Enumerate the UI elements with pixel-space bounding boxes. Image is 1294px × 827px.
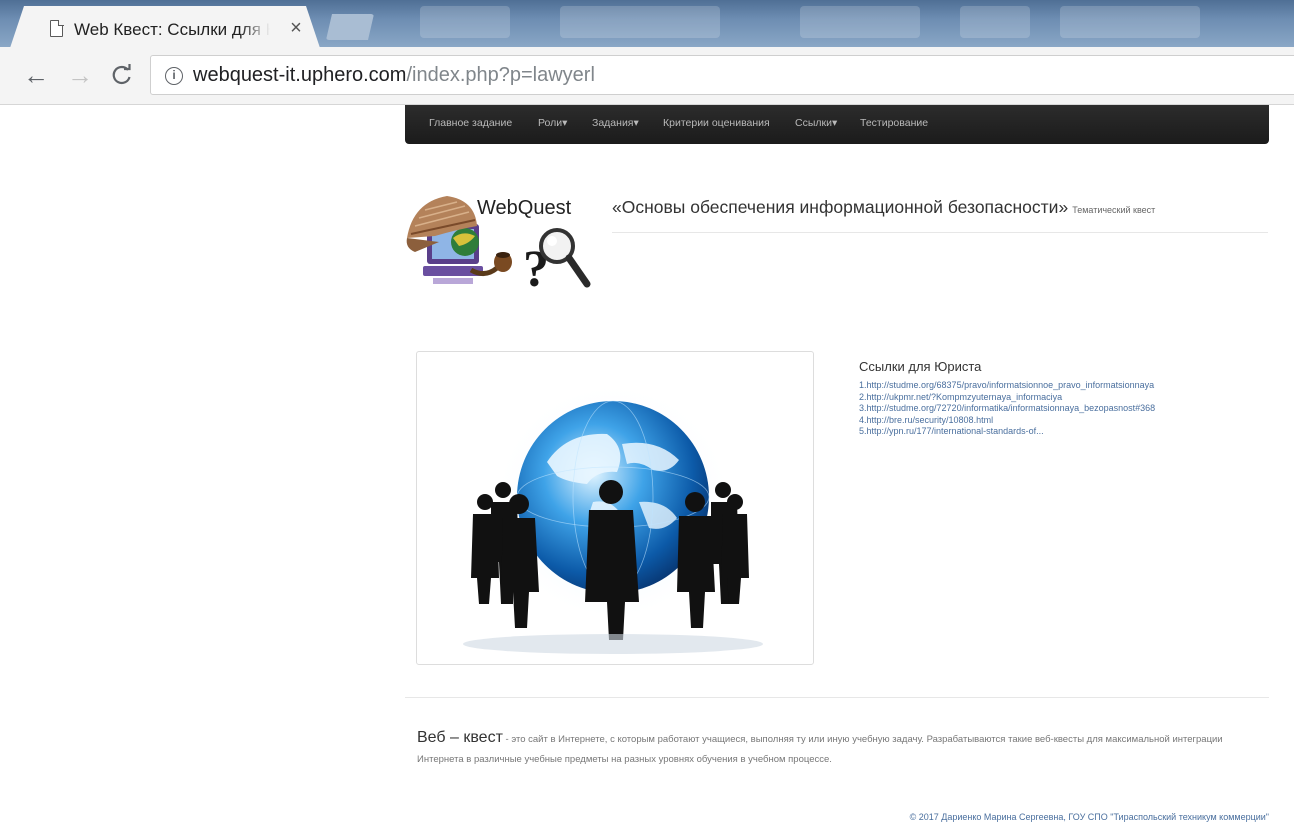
active-tab[interactable]: Web Квест: Ссылки для Юриста ×	[10, 6, 320, 47]
reference-link[interactable]: 4.http://bre.ru/security/10808.html	[859, 415, 1155, 427]
browser-tab-strip: Web Квест: Ссылки для Юриста ×	[0, 0, 1294, 47]
header-divider	[612, 232, 1268, 233]
links-list: 1.http://studme.org/68375/pravo/informat…	[859, 380, 1155, 438]
address-bar[interactable]: i webquest-it.uphero.com/index.php?p=law…	[150, 55, 1294, 95]
reference-link[interactable]: 2.http://ukpmr.net/?Kompmzyuternaya_info…	[859, 392, 1155, 404]
page-icon	[50, 19, 64, 37]
page-title: «Основы обеспечения информационной безоп…	[612, 197, 1155, 218]
globe-people-illustration	[463, 382, 763, 654]
page-title-text: «Основы обеспечения информационной безоп…	[612, 197, 1069, 217]
blurred-tab	[960, 6, 1030, 38]
nav-criteria[interactable]: Критерии оценивания	[663, 117, 770, 129]
nav-testing[interactable]: Тестирование	[860, 117, 928, 129]
definition-term: Веб – квест	[417, 729, 503, 746]
url-path: /index.php?p=lawyerl	[406, 64, 595, 86]
info-icon[interactable]: i	[165, 67, 183, 85]
content-divider	[405, 697, 1269, 698]
url-host: webquest-it.uphero.com	[193, 64, 407, 86]
new-tab-button[interactable]	[326, 14, 374, 40]
webquest-definition: Веб – квест - это сайт в Интернете, с ко…	[417, 728, 1267, 770]
reference-link[interactable]: 3.http://studme.org/72720/informatika/in…	[859, 403, 1155, 415]
site-navbar: Главное задание Роли▾ Задания▾ Критерии …	[405, 105, 1269, 144]
reload-icon[interactable]	[108, 61, 136, 89]
page-subtitle: Тематический квест	[1072, 205, 1156, 215]
blurred-tab	[1060, 6, 1200, 38]
reference-link[interactable]: 1.http://studme.org/68375/pravo/informat…	[859, 380, 1155, 392]
nav-tasks[interactable]: Задания▾	[592, 117, 639, 129]
links-heading: Ссылки для Юриста	[859, 359, 982, 374]
reference-link[interactable]: 5.http://ypn.ru/177/international-standa…	[859, 426, 1155, 438]
nav-links[interactable]: Ссылки▾	[795, 117, 837, 129]
logo-text: WebQuest	[477, 197, 572, 219]
nav-roles[interactable]: Роли▾	[538, 117, 567, 129]
footer-copyright: © 2017 Дариенко Марина Сергеевна, ГОУ СП…	[909, 812, 1269, 822]
definition-text: - это сайт в Интернете, с которым работа…	[417, 734, 1223, 765]
close-tab-icon[interactable]: ×	[286, 18, 306, 38]
blurred-tab	[800, 6, 920, 38]
browser-toolbar: ← → i webquest-it.uphero.com/index.php?p…	[0, 47, 1294, 105]
tab-title: Web Квест: Ссылки для Юриста	[74, 20, 270, 39]
back-arrow-icon[interactable]: ←	[22, 61, 50, 89]
url-text: webquest-it.uphero.com/index.php?p=lawye…	[193, 64, 595, 87]
logo-illustration: WebQuest ?	[406, 196, 591, 298]
forward-arrow-icon[interactable]: →	[66, 61, 94, 89]
globe-business-image	[416, 351, 814, 665]
blurred-tab	[560, 6, 720, 38]
blurred-tab	[420, 6, 510, 38]
webquest-logo[interactable]: WebQuest ?	[405, 186, 591, 298]
nav-main-task[interactable]: Главное задание	[429, 117, 512, 129]
